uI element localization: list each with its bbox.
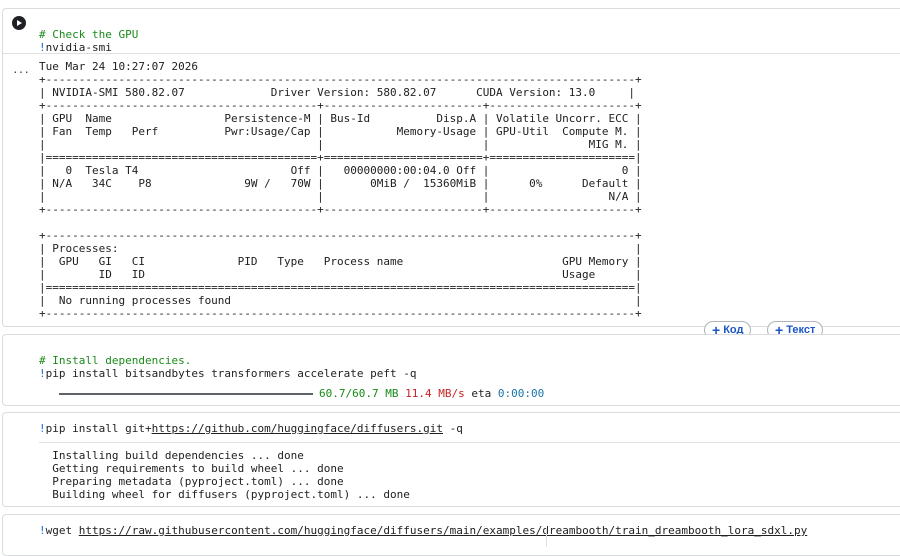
- output-line: Preparing metadata (pyproject.toml) ... …: [39, 475, 344, 488]
- code-cell-gpu-check[interactable]: # Check the GPU !nvidia-smi ··· Tue Mar …: [2, 8, 900, 327]
- code-text: -q: [443, 422, 463, 435]
- code-cell-wget[interactable]: !wget https://raw.githubusercontent.com/…: [2, 514, 900, 556]
- progress-row: 60.7/60.7 MB 11.4 MB/s eta 0:00:00: [59, 387, 544, 400]
- shell-bang: !: [39, 367, 46, 380]
- output-line: | N/A 34C P8 9W / 70W | 0MiB / 15360MiB …: [39, 177, 642, 190]
- output-line: | Fan Temp Perf Pwr:Usage/Cap | Memory-U…: [39, 125, 642, 138]
- progress-size: 60.7/60.7 MB: [319, 387, 399, 400]
- cell-output: Installing build dependencies ... done G…: [39, 449, 410, 501]
- progress-bar: [59, 392, 313, 395]
- code-editor[interactable]: # Install dependencies. !pip install bit…: [39, 341, 417, 380]
- output-line: +---------------------------------------…: [39, 203, 642, 216]
- run-cell-button[interactable]: [12, 16, 26, 30]
- code-cell-install-deps[interactable]: # Install dependencies. !pip install bit…: [2, 334, 900, 406]
- output-line: | Processes: |: [39, 242, 642, 255]
- output-line: | | | N/A |: [39, 190, 642, 203]
- cell-divider: [546, 528, 547, 547]
- code-editor[interactable]: !wget https://raw.githubusercontent.com/…: [39, 524, 807, 537]
- output-line: | No running processes found |: [39, 294, 642, 307]
- code-cell-install-diffusers[interactable]: !pip install git+https://github.com/hugg…: [2, 412, 900, 507]
- code-comment: # Check the GPU: [39, 28, 139, 41]
- output-line: +---------------------------------------…: [39, 229, 642, 242]
- output-line: | GPU GI CI PID Type Process name GPU Me…: [39, 255, 642, 268]
- output-line: +---------------------------------------…: [39, 99, 642, 112]
- output-line: | 0 Tesla T4 Off | 00000000:00:04.0 Off …: [39, 164, 642, 177]
- code-comment: # Install dependencies.: [39, 354, 192, 367]
- progress-speed: 11.4 MB/s: [405, 387, 465, 400]
- shell-bang: !: [39, 422, 46, 435]
- code-editor[interactable]: !pip install git+https://github.com/hugg…: [39, 422, 463, 435]
- output-line: | NVIDIA-SMI 580.82.07 Driver Version: 5…: [39, 86, 636, 99]
- ellipsis-icon[interactable]: ···: [13, 64, 30, 78]
- repo-link[interactable]: https://github.com/huggingface/diffusers…: [152, 422, 443, 435]
- play-icon: [17, 20, 22, 26]
- output-line: Building wheel for diffusers (pyproject.…: [39, 488, 410, 501]
- cell-output: Tue Mar 24 10:27:07 2026 +---------------…: [39, 60, 642, 320]
- code-editor[interactable]: # Check the GPU !nvidia-smi: [39, 15, 138, 54]
- output-line: |=======================================…: [39, 281, 642, 294]
- code-text: pip install git+: [45, 422, 152, 435]
- output-line: Getting requirements to build wheel ... …: [39, 462, 344, 475]
- output-line: Tue Mar 24 10:27:07 2026: [39, 60, 198, 73]
- shell-bang: !: [39, 524, 46, 537]
- code-text: pip install bitsandbytes transformers ac…: [45, 367, 417, 380]
- output-line: +---------------------------------------…: [39, 307, 642, 320]
- output-line: | | | MIG M. |: [39, 138, 642, 151]
- output-line: +---------------------------------------…: [39, 73, 642, 86]
- output-line: Installing build dependencies ... done: [39, 449, 304, 462]
- output-line: | ID ID Usage |: [39, 268, 642, 281]
- cell-output-divider: [3, 53, 900, 54]
- script-link[interactable]: https://raw.githubusercontent.com/huggin…: [79, 524, 807, 537]
- output-line: | GPU Name Persistence-M | Bus-Id Disp.A…: [39, 112, 642, 125]
- progress-eta: 0:00:00: [497, 387, 545, 400]
- output-line: |=======================================…: [39, 151, 642, 164]
- cell-output-divider: [39, 442, 900, 443]
- progress-eta-label: eta: [471, 387, 492, 400]
- code-text: wget: [45, 524, 79, 537]
